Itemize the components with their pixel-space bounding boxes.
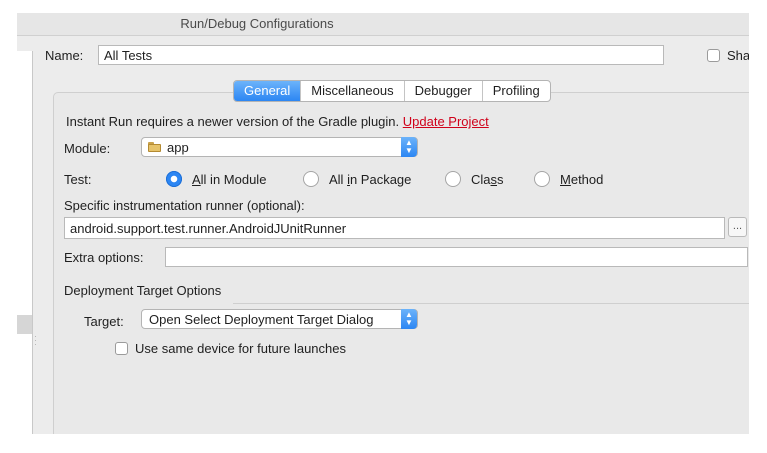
folder-icon xyxy=(148,142,161,152)
same-device-checkbox[interactable] xyxy=(115,342,128,355)
chevron-updown-icon: ▲ ▼ xyxy=(401,309,417,329)
name-input[interactable]: All Tests xyxy=(98,45,664,65)
instant-run-message: Instant Run requires a newer version of … xyxy=(66,114,489,129)
title-bar[interactable]: Run/Debug Configurations xyxy=(17,13,749,36)
configurations-tree[interactable] xyxy=(17,51,33,434)
runner-input[interactable]: android.support.test.runner.AndroidJUnit… xyxy=(64,217,725,239)
instant-run-text: Instant Run requires a newer version of … xyxy=(66,114,400,129)
update-project-link[interactable]: Update Project xyxy=(403,114,489,129)
section-divider xyxy=(233,303,749,304)
tab-miscellaneous[interactable]: Miscellaneous xyxy=(301,81,405,101)
share-checkbox[interactable] xyxy=(707,49,720,62)
extra-options-input[interactable] xyxy=(165,247,748,267)
tab-profiling[interactable]: Profiling xyxy=(483,81,550,101)
runner-label: Specific instrumentation runner (optiona… xyxy=(64,198,305,213)
deployment-section-title: Deployment Target Options xyxy=(64,283,222,298)
tab-bar: General Miscellaneous Debugger Profiling xyxy=(233,80,551,102)
radio-class-label[interactable]: Class xyxy=(471,172,504,187)
radio-class[interactable] xyxy=(445,171,461,187)
radio-all-in-module-label[interactable]: All in Module xyxy=(192,172,266,187)
radio-all-in-package[interactable] xyxy=(303,171,319,187)
target-value: Open Select Deployment Target Dialog xyxy=(149,312,374,327)
module-value: app xyxy=(167,140,189,155)
radio-method-label[interactable]: Method xyxy=(560,172,603,187)
module-select[interactable]: app ▲ ▼ xyxy=(141,137,418,157)
same-device-label: Use same device for future launches xyxy=(135,341,346,356)
test-label: Test: xyxy=(64,172,92,187)
tab-general[interactable]: General xyxy=(234,81,302,101)
name-label: Name: xyxy=(45,48,84,63)
module-label: Module: xyxy=(64,141,111,156)
browse-button[interactable]: ... xyxy=(728,217,747,237)
share-label: Sha xyxy=(727,48,749,63)
radio-all-in-module[interactable] xyxy=(166,171,182,187)
splitter-grip-icon[interactable]: · · · xyxy=(34,332,38,349)
tab-debugger[interactable]: Debugger xyxy=(405,81,483,101)
run-debug-dialog: Run/Debug Configurations · · · Name: All T… xyxy=(17,13,749,434)
selected-configuration-row[interactable] xyxy=(17,315,32,334)
radio-all-in-package-label[interactable]: All in Package xyxy=(329,172,411,187)
radio-method[interactable] xyxy=(534,171,550,187)
target-select[interactable]: Open Select Deployment Target Dialog ▲ ▼ xyxy=(141,309,418,329)
chevron-updown-icon: ▲ ▼ xyxy=(401,137,417,157)
extra-options-label: Extra options: xyxy=(64,250,144,265)
window-title: Run/Debug Configurations xyxy=(180,16,334,31)
target-label: Target: xyxy=(84,314,124,329)
